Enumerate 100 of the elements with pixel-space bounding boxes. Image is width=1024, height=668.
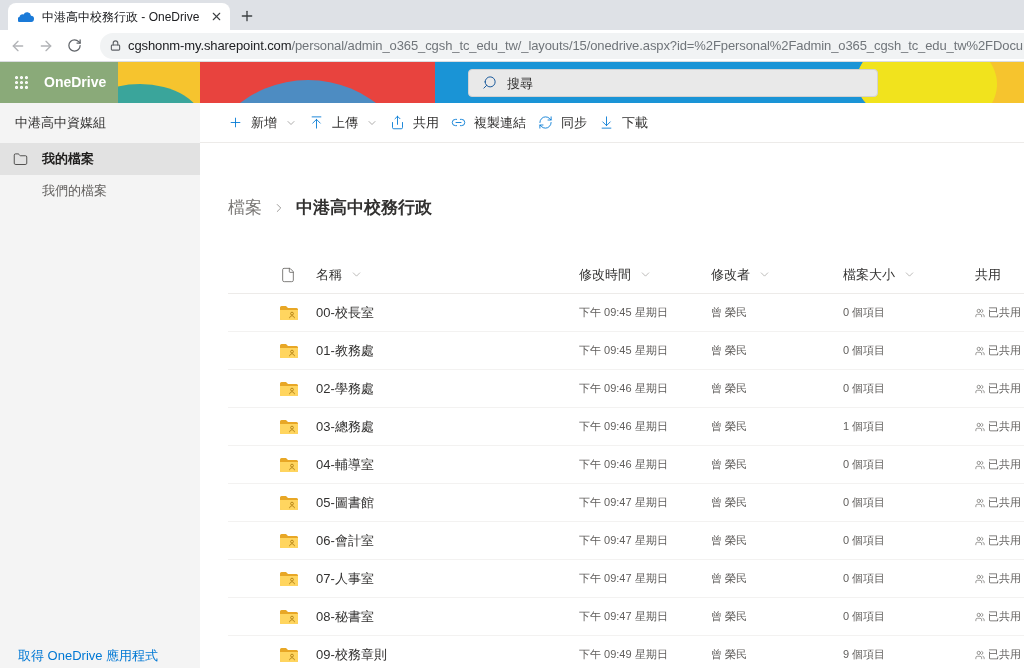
share-icon xyxy=(390,115,405,130)
command-button[interactable]: 複製連結 xyxy=(445,106,532,139)
modified-time: 下午 09:46 星期日 xyxy=(579,457,668,473)
item-count: 0 個項目 xyxy=(843,533,886,549)
plus-icon xyxy=(239,8,255,24)
modified-by: 曾 榮民 xyxy=(711,457,748,473)
breadcrumb-current: 中港高中校務行政 xyxy=(296,197,432,220)
get-app-link[interactable]: 取得 OneDrive 應用程式 xyxy=(18,645,200,665)
item-count: 0 個項目 xyxy=(843,609,886,625)
column-header[interactable]: 修改時間 xyxy=(579,262,652,287)
folder-name-link[interactable]: 05-圖書館 xyxy=(316,492,374,513)
breadcrumb-link[interactable]: 檔案 xyxy=(228,195,262,221)
address-bar[interactable]: cgshonm-my.sharepoint.com/personal/admin_o365_cgsh_tc_edu_tw/_layouts/15/onedrive.aspx?id=%2Fpersonal%2Fadmin_o365_cgsh_tc_edu_tw%2FDocu xyxy=(100,32,1024,59)
folder-name-link[interactable]: 07-人事室 xyxy=(316,568,374,589)
item-count: 0 個項目 xyxy=(843,343,886,359)
people-icon xyxy=(975,383,985,394)
sharing-status: 已共用 xyxy=(988,419,1021,435)
waffle-icon xyxy=(12,74,30,91)
folder-name-link[interactable]: 00-校長室 xyxy=(316,302,374,323)
reload-button[interactable] xyxy=(66,37,82,54)
people-icon xyxy=(975,535,985,546)
people-icon xyxy=(975,649,985,660)
column-header[interactable]: 名稱 xyxy=(316,262,363,287)
modified-by: 曾 榮民 xyxy=(711,419,748,435)
item-count: 0 個項目 xyxy=(843,495,886,511)
modified-by: 曾 榮民 xyxy=(711,609,748,625)
sharing-status: 已共用 xyxy=(988,647,1021,663)
browser-tab[interactable]: 中港高中校務行政 - OneDrive xyxy=(8,3,230,30)
people-icon xyxy=(975,573,985,584)
shared-folder-icon xyxy=(280,305,298,320)
people-icon xyxy=(975,307,985,318)
item-count: 0 個項目 xyxy=(843,381,886,397)
lock-icon xyxy=(110,40,121,51)
reload-icon xyxy=(66,38,82,53)
sync-icon xyxy=(538,115,553,130)
folder-name-link[interactable]: 09-校務章則 xyxy=(316,644,387,665)
item-count: 0 個項目 xyxy=(843,457,886,473)
column-header[interactable]: 修改者 xyxy=(711,262,771,287)
people-icon xyxy=(975,459,985,470)
item-count: 0 個項目 xyxy=(843,305,886,321)
modified-by: 曾 榮民 xyxy=(711,381,748,397)
modified-time: 下午 09:47 星期日 xyxy=(579,495,668,511)
download-icon xyxy=(599,115,614,130)
column-header[interactable]: 檔案大小 xyxy=(843,262,916,287)
people-icon xyxy=(975,345,985,356)
people-icon xyxy=(975,421,985,432)
command-button[interactable]: 下載 xyxy=(593,106,654,139)
nav-item[interactable]: 我的檔案 xyxy=(0,143,200,175)
shared-folder-icon xyxy=(280,609,298,624)
search-icon xyxy=(482,75,497,90)
search-field[interactable]: 搜尋 xyxy=(468,69,878,97)
sharing-status: 已共用 xyxy=(988,533,1021,549)
shared-folder-icon xyxy=(280,343,298,358)
file-type-icon xyxy=(280,266,296,283)
modified-time: 下午 09:45 星期日 xyxy=(579,343,668,359)
modified-by: 曾 榮民 xyxy=(711,343,748,359)
folder-name-link[interactable]: 01-教務處 xyxy=(316,340,374,361)
sharing-status: 已共用 xyxy=(988,609,1021,625)
item-count: 9 個項目 xyxy=(843,647,886,663)
command-button[interactable]: 同步 xyxy=(532,106,593,139)
modified-time: 下午 09:45 星期日 xyxy=(579,305,668,321)
nav-item[interactable]: 我們的檔案 xyxy=(0,175,200,207)
shared-folder-icon xyxy=(280,533,298,548)
folder-name-link[interactable]: 02-學務處 xyxy=(316,378,374,399)
item-count: 1 個項目 xyxy=(843,419,886,435)
folder-name-link[interactable]: 03-總務處 xyxy=(316,416,374,437)
shared-folder-icon xyxy=(280,381,298,396)
sharing-status: 已共用 xyxy=(988,495,1021,511)
sidebar-title: 中港高中資媒組 xyxy=(14,114,107,133)
folder-name-link[interactable]: 08-秘書室 xyxy=(316,606,374,627)
plus-icon xyxy=(228,115,243,130)
modified-by: 曾 榮民 xyxy=(711,305,748,321)
column-header[interactable]: 共用 xyxy=(975,262,1001,287)
modified-time: 下午 09:47 星期日 xyxy=(579,571,668,587)
modified-time: 下午 09:46 星期日 xyxy=(579,419,668,435)
modified-time: 下午 09:47 星期日 xyxy=(579,533,668,549)
modified-by: 曾 榮民 xyxy=(711,533,748,549)
command-button[interactable]: 新增 xyxy=(222,106,303,139)
modified-by: 曾 榮民 xyxy=(711,495,748,511)
cloud-icon xyxy=(18,11,34,22)
upload-icon xyxy=(309,115,324,130)
item-count: 0 個項目 xyxy=(843,571,886,587)
sharing-status: 已共用 xyxy=(988,457,1021,473)
shared-folder-icon xyxy=(280,457,298,472)
folder-name-link[interactable]: 04-輔導室 xyxy=(316,454,374,475)
people-icon xyxy=(975,497,985,508)
command-button[interactable]: 上傳 xyxy=(303,106,384,139)
shared-folder-icon xyxy=(280,647,298,662)
shared-folder-icon xyxy=(280,571,298,586)
shared-folder-icon xyxy=(280,419,298,434)
sharing-status: 已共用 xyxy=(988,571,1021,587)
modified-by: 曾 榮民 xyxy=(711,571,748,587)
folder-name-link[interactable]: 06-會計室 xyxy=(316,530,374,551)
folder-icon xyxy=(13,151,28,167)
modified-time: 下午 09:46 星期日 xyxy=(579,381,668,397)
command-button[interactable]: 共用 xyxy=(384,106,445,139)
sharing-status: 已共用 xyxy=(988,381,1021,397)
app-launcher-button[interactable] xyxy=(12,73,30,92)
people-icon xyxy=(975,611,985,622)
modified-by: 曾 榮民 xyxy=(711,647,748,663)
